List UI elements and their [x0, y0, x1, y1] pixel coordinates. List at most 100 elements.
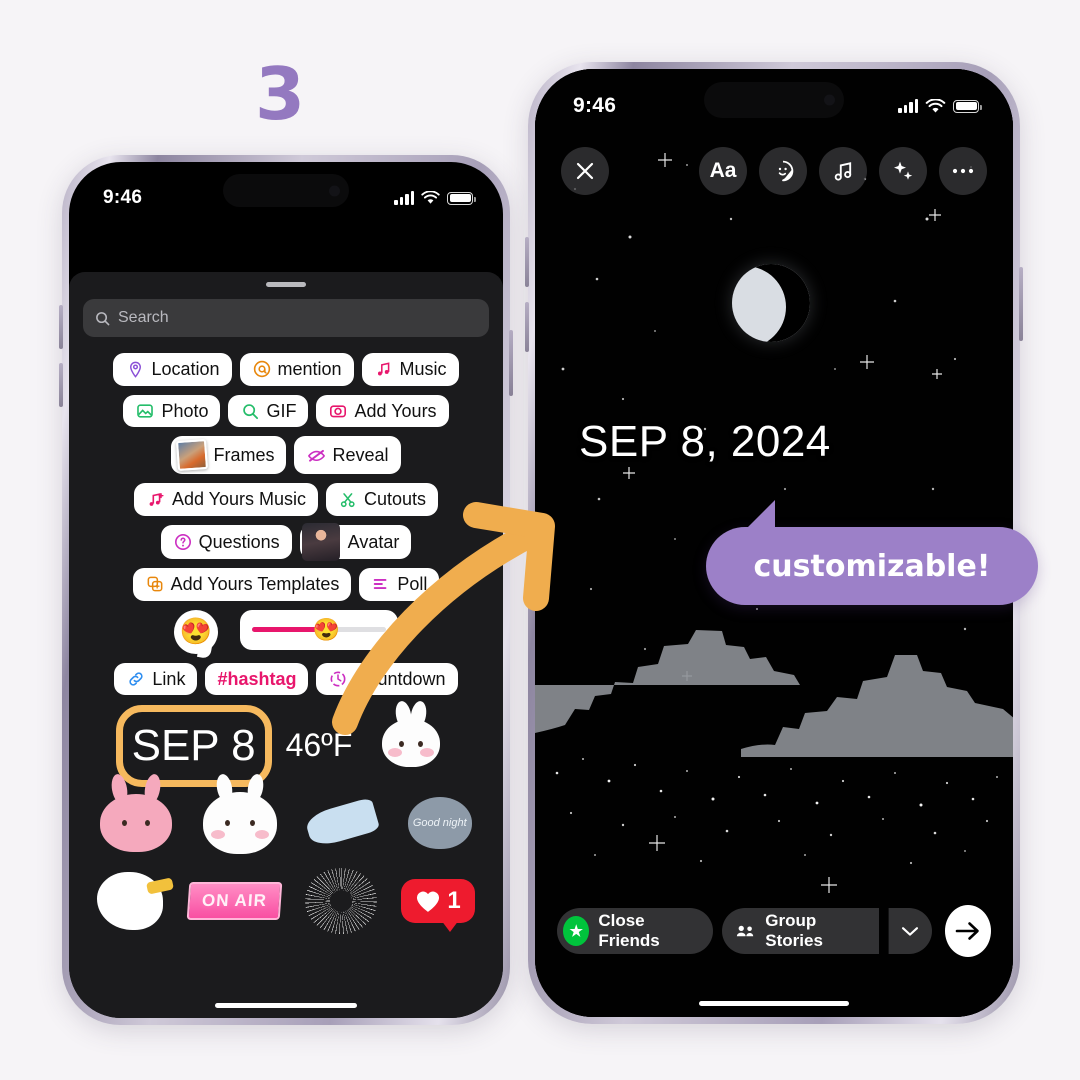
audience-dropdown-button[interactable] — [887, 908, 932, 954]
music-tool-button[interactable] — [819, 147, 867, 195]
sticker-label: Link — [152, 668, 186, 689]
search-input[interactable]: Search — [83, 299, 489, 337]
left-phone-volume-down — [59, 363, 63, 407]
status-time: 9:46 — [573, 94, 617, 117]
story-date-text[interactable]: SEP 8, 2024 — [579, 417, 831, 467]
more-dots-icon — [952, 168, 974, 174]
sticker-good-night-balloon-bunny[interactable]: Good night — [407, 797, 472, 850]
sticker-sparkle-burst[interactable] — [304, 868, 377, 935]
sticker-row: Location mention Music — [79, 353, 493, 386]
sticker-label: Questions — [198, 531, 280, 552]
close-friends-button[interactable]: ★ Close Friends — [557, 908, 713, 954]
slider-fill — [252, 627, 322, 633]
home-indicator — [699, 1001, 849, 1006]
green-star-icon: ★ — [563, 916, 590, 946]
sticker-pink-bunny-sweat[interactable] — [100, 794, 173, 853]
date-sticker[interactable]: SEP 8 — [132, 721, 256, 770]
sticker-label: Avatar — [347, 531, 400, 552]
sticker-add-yours-templates[interactable]: Add Yours Templates — [132, 568, 352, 601]
templates-icon — [145, 574, 165, 594]
sticker-label: mention — [277, 359, 342, 379]
tray-grabber[interactable] — [266, 282, 306, 287]
music-note-icon — [834, 161, 851, 181]
status-indicators — [394, 191, 476, 205]
sticker-add-yours[interactable]: Add Yours — [316, 394, 449, 428]
sticker-pun-pun-chef-bunny[interactable] — [382, 719, 441, 772]
photo-icon — [135, 401, 155, 421]
sticker-gif[interactable]: GIF — [228, 394, 309, 428]
sticker-questions[interactable]: Questions — [160, 525, 292, 560]
sticker-location[interactable]: Location — [113, 353, 232, 386]
sticker-label: Location — [151, 359, 220, 379]
sticker-label: Frames — [213, 445, 275, 466]
music-note-icon — [374, 359, 394, 379]
sticker-row: Link #hashtag Countdown — [79, 662, 493, 696]
sticker-hashtag[interactable]: #hashtag — [205, 662, 309, 696]
sticker-poll[interactable]: Poll — [359, 568, 440, 601]
sticker-reveal[interactable]: Reveal — [294, 436, 401, 475]
more-options-button[interactable] — [939, 147, 987, 195]
sticker-avatar[interactable]: Avatar — [299, 523, 412, 562]
sticker-label: Add Yours Music — [171, 489, 307, 510]
sparkles-icon — [894, 161, 913, 180]
cellular-bars-icon — [898, 99, 918, 113]
story-toolbar: Aa — [535, 147, 1013, 195]
story-share-bar: ★ Close Friends Group Stories — [535, 905, 1013, 957]
camera-icon — [328, 401, 348, 421]
sticker-tool-button[interactable] — [759, 147, 807, 195]
text-tool-button[interactable]: Aa — [699, 147, 747, 195]
sticker-label: Countdown — [354, 668, 446, 689]
wifi-icon — [925, 98, 946, 112]
crescent-moon-icon — [732, 264, 810, 342]
wifi-icon — [421, 191, 440, 204]
sticker-label: Cutouts — [364, 489, 427, 510]
sticker-label: #hashtag — [217, 668, 297, 689]
sticker-photo[interactable]: Photo — [123, 394, 221, 428]
link-icon — [126, 669, 146, 689]
slide-canvas: 3 9:46 Search Location mention Music Pho… — [0, 0, 1080, 1080]
sticker-duck-with-cup[interactable] — [97, 872, 164, 931]
sticker-music[interactable]: Music — [361, 353, 459, 386]
sticker-label: Add Yours — [354, 400, 437, 421]
left-phone-volume-up — [59, 305, 63, 349]
sticker-cutouts[interactable]: Cutouts — [326, 483, 439, 517]
like-count: 1 — [447, 887, 461, 915]
right-phone-volume-up — [525, 237, 529, 287]
sticker-label: Poll — [397, 574, 428, 595]
sticker-row: Add Yours Music Cutouts — [79, 483, 493, 517]
close-button[interactable] — [561, 147, 609, 195]
sticker-mention[interactable]: mention — [239, 353, 354, 386]
callout-bubble: customizable! — [706, 500, 1038, 605]
sticker-link[interactable]: Link — [114, 662, 198, 696]
story-tools-group: Aa — [699, 147, 987, 195]
sticker-white-bunny-crying[interactable] — [202, 792, 277, 855]
search-icon — [96, 311, 110, 325]
emoji-reaction-sticker[interactable]: 😍 — [174, 609, 218, 654]
sticker-bunny-on-spoon[interactable] — [303, 797, 381, 850]
sticker-add-yours-music[interactable]: Add Yours Music — [133, 483, 319, 517]
question-mark-icon — [173, 532, 193, 552]
dynamic-island — [223, 174, 349, 207]
effects-tool-button[interactable] — [879, 147, 927, 195]
sticker-label: GIF — [266, 400, 297, 421]
left-phone-screen: 9:46 Search Location mention Music Photo… — [69, 162, 503, 1018]
cellular-bars-icon — [394, 191, 414, 205]
at-mention-icon — [252, 359, 272, 379]
sticker-countdown[interactable]: Countdown — [316, 662, 458, 696]
battery-icon — [447, 191, 476, 205]
status-indicators — [898, 98, 982, 114]
emoji-slider-sticker[interactable]: 😍 — [240, 609, 398, 650]
sticker-on-air-sign[interactable]: ON AIR — [186, 882, 282, 921]
group-stories-label: Group Stories — [765, 911, 823, 950]
temperature-sticker[interactable]: 46ºF — [286, 727, 353, 764]
send-story-button[interactable] — [944, 905, 991, 957]
date-sticker-highlight-wrap: SEP 8 — [115, 704, 272, 787]
scissors-icon — [338, 490, 358, 510]
cute-sticker-row-1: Good night — [79, 792, 493, 855]
sticker-label: Reveal — [332, 445, 389, 466]
group-stories-button[interactable]: Group Stories — [722, 908, 879, 954]
sticker-like-count-bubble[interactable]: 1 — [401, 879, 475, 933]
sticker-frames[interactable]: Frames — [171, 436, 287, 475]
left-phone-device: 9:46 Search Location mention Music Photo… — [59, 155, 513, 1025]
slider-knob-emoji[interactable]: 😍 — [313, 617, 340, 643]
